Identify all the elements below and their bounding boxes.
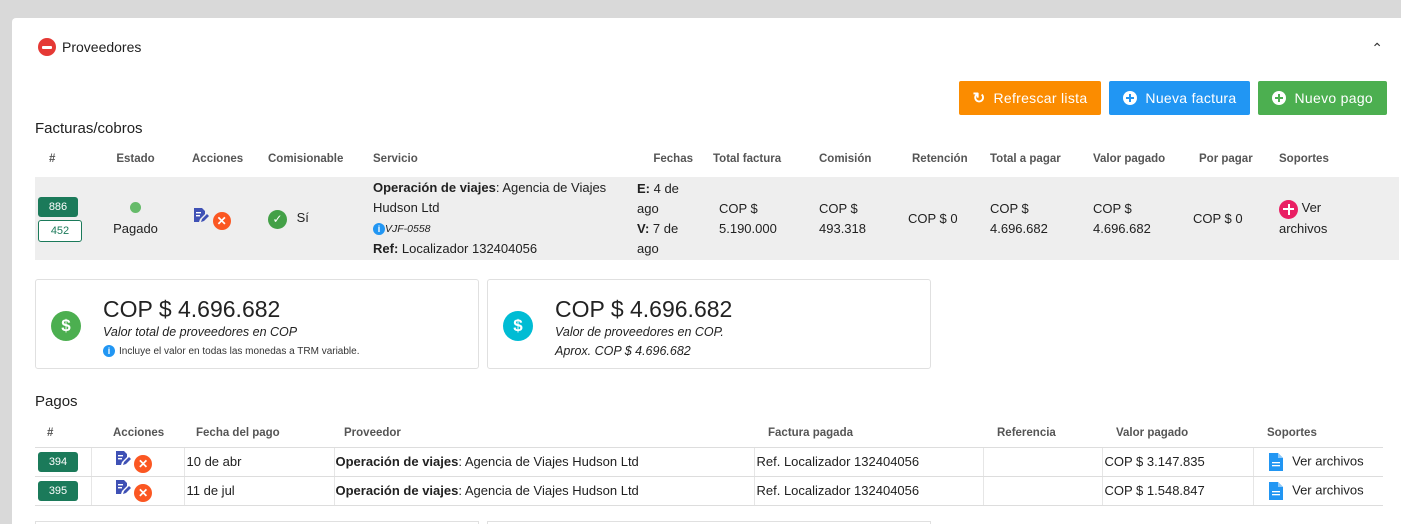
payment-amount: COP $ 3.147.835 [1102,447,1254,477]
col-header: Estado [116,153,155,165]
retencion: COP $ 0 [896,177,982,260]
invoice-id-badge[interactable]: 886 [38,196,78,217]
col-header: Valor pagado [1102,419,1253,448]
payment-amount: COP $ 1.548.847 [1102,476,1254,506]
refresh-list-button[interactable]: ↻ Refrescar lista [958,81,1102,115]
col-header: # [49,153,56,165]
total-a-pagar: COP $ 4.696.682 [982,177,1083,260]
date-e-label: E: [637,180,650,196]
col-header: Total factura [713,153,782,165]
summary-cop-value: COP $ 4.696.682 [555,296,733,322]
action-buttons: ↻ Refrescar lista Nueva factura Nuevo pa… [958,81,1387,115]
col-header: Soportes [1279,153,1329,165]
payment-reference [983,476,1103,506]
payments-table: # Acciones Fecha del pago Proveedor Fact… [35,419,1383,506]
new-invoice-button[interactable]: Nueva factura [1109,81,1251,115]
info-icon[interactable]: i [373,223,385,236]
edit-icon[interactable] [114,479,131,496]
delete-icon[interactable]: ✕ [134,454,153,473]
col-header: Retención [912,153,968,165]
paid-invoice: Ref. Localizador 132404056 [754,447,984,477]
provider-name: : Agencia de Viajes Hudson Ltd [458,483,639,498]
status-text: Pagado [113,220,158,236]
ref-label: Ref: [373,241,399,256]
summary-note: i Incluye el valor en todas las monedas … [103,345,360,357]
col-header: Fecha del pago [184,419,334,448]
new-payment-button[interactable]: Nuevo pago [1258,81,1387,115]
valor-pagado: COP $ 4.696.682 [1083,177,1185,260]
payment-row[interactable]: 395 ✕ 11 de jul Operación de viajes: Age… [35,476,1383,506]
provider-type: Operación de viajes [335,454,459,469]
paid-invoice: Ref. Localizador 132404056 [754,476,984,506]
refresh-icon: ↻ [972,90,986,107]
payment-date: 10 de abr [184,447,335,477]
invoices-title: Facturas/cobros [35,120,143,137]
invoice-row[interactable]: 886 452 Pagado ✕ ✓ Sí Operación de viaje… [35,177,1399,260]
col-header: Comisionable [268,153,344,165]
file-document-icon[interactable] [1268,481,1283,500]
info-icon: i [103,345,115,357]
section-title: Proveedores [62,39,142,55]
add-file-icon[interactable] [1279,199,1298,219]
payment-id-badge[interactable]: 394 [38,451,78,472]
plus-circle-icon [1123,91,1138,105]
collapse-minus-icon[interactable] [38,38,56,56]
summary-total-box: $ COP $ 4.696.682 Valor total de proveed… [35,279,479,369]
payments-title: Pagos [35,393,78,410]
summary-total-label: Valor total de proveedores en COP [103,325,298,339]
ref-value: Localizador 132404056 [398,241,538,256]
summary-cop-label: Valor de proveedores en COP. Aprox. COP … [555,325,724,358]
col-header: Total a pagar [990,153,1061,165]
payment-id-badge[interactable]: 395 [38,480,78,501]
delete-icon[interactable]: ✕ [134,483,153,502]
invoices-table: # Estado Acciones Comisionable Servicio … [35,141,1399,260]
col-header: Referencia [983,419,1102,448]
col-header: Soportes [1253,419,1383,448]
col-header: Por pagar [1199,152,1253,165]
summary-total-value: COP $ 4.696.682 [103,296,281,322]
col-header: Factura pagada [754,419,983,448]
view-files-link[interactable]: Ver archivos [1292,453,1364,468]
comision: COP $ 493.318 [805,177,896,260]
dollar-icon: $ [51,311,81,341]
payment-date: 11 de jul [184,476,335,506]
service-type: Operación de viajes [373,180,496,195]
check-circle-icon: ✓ [268,209,287,229]
payment-reference [983,447,1103,477]
por-pagar: COP $ 0 [1185,177,1263,260]
file-document-icon[interactable] [1268,452,1283,471]
col-header: Proveedor [334,419,754,448]
col-header: Acciones [91,419,184,448]
col-header: Acciones [192,153,244,165]
provider-type: Operación de viajes [335,483,459,498]
col-header: Fechas [653,153,693,165]
dollar-icon: $ [503,311,533,341]
providers-card: Proveedores ⌃ ↻ Refrescar lista Nueva fa… [12,18,1401,524]
view-files-link[interactable]: Ver archivos [1292,482,1364,497]
commissionable-value: Sí [296,210,309,226]
col-header: Servicio [373,153,418,165]
col-header: Valor pagado [1093,153,1166,165]
col-header: # [35,419,91,448]
edit-icon[interactable] [114,450,131,467]
provider-name: : Agencia de Viajes Hudson Ltd [458,454,639,469]
date-v-label: V: [637,220,650,236]
payment-row[interactable]: 394 ✕ 10 de abr Operación de viajes: Age… [35,447,1383,477]
summary-cop-box: $ COP $ 4.696.682 Valor de proveedores e… [487,279,931,369]
section-header[interactable]: Proveedores [38,38,141,56]
delete-icon[interactable]: ✕ [212,211,231,230]
total-factura: COP $ 5.190.000 [703,177,805,260]
edit-icon[interactable] [192,207,209,224]
invoice-sub-id-badge[interactable]: 452 [38,219,82,242]
status-dot-icon [130,201,141,213]
plus-circle-icon [1272,91,1287,105]
service-code: VJF-0558 [385,223,431,235]
col-header: Comisión [819,153,872,165]
chevron-up-icon[interactable]: ⌃ [1371,40,1383,57]
